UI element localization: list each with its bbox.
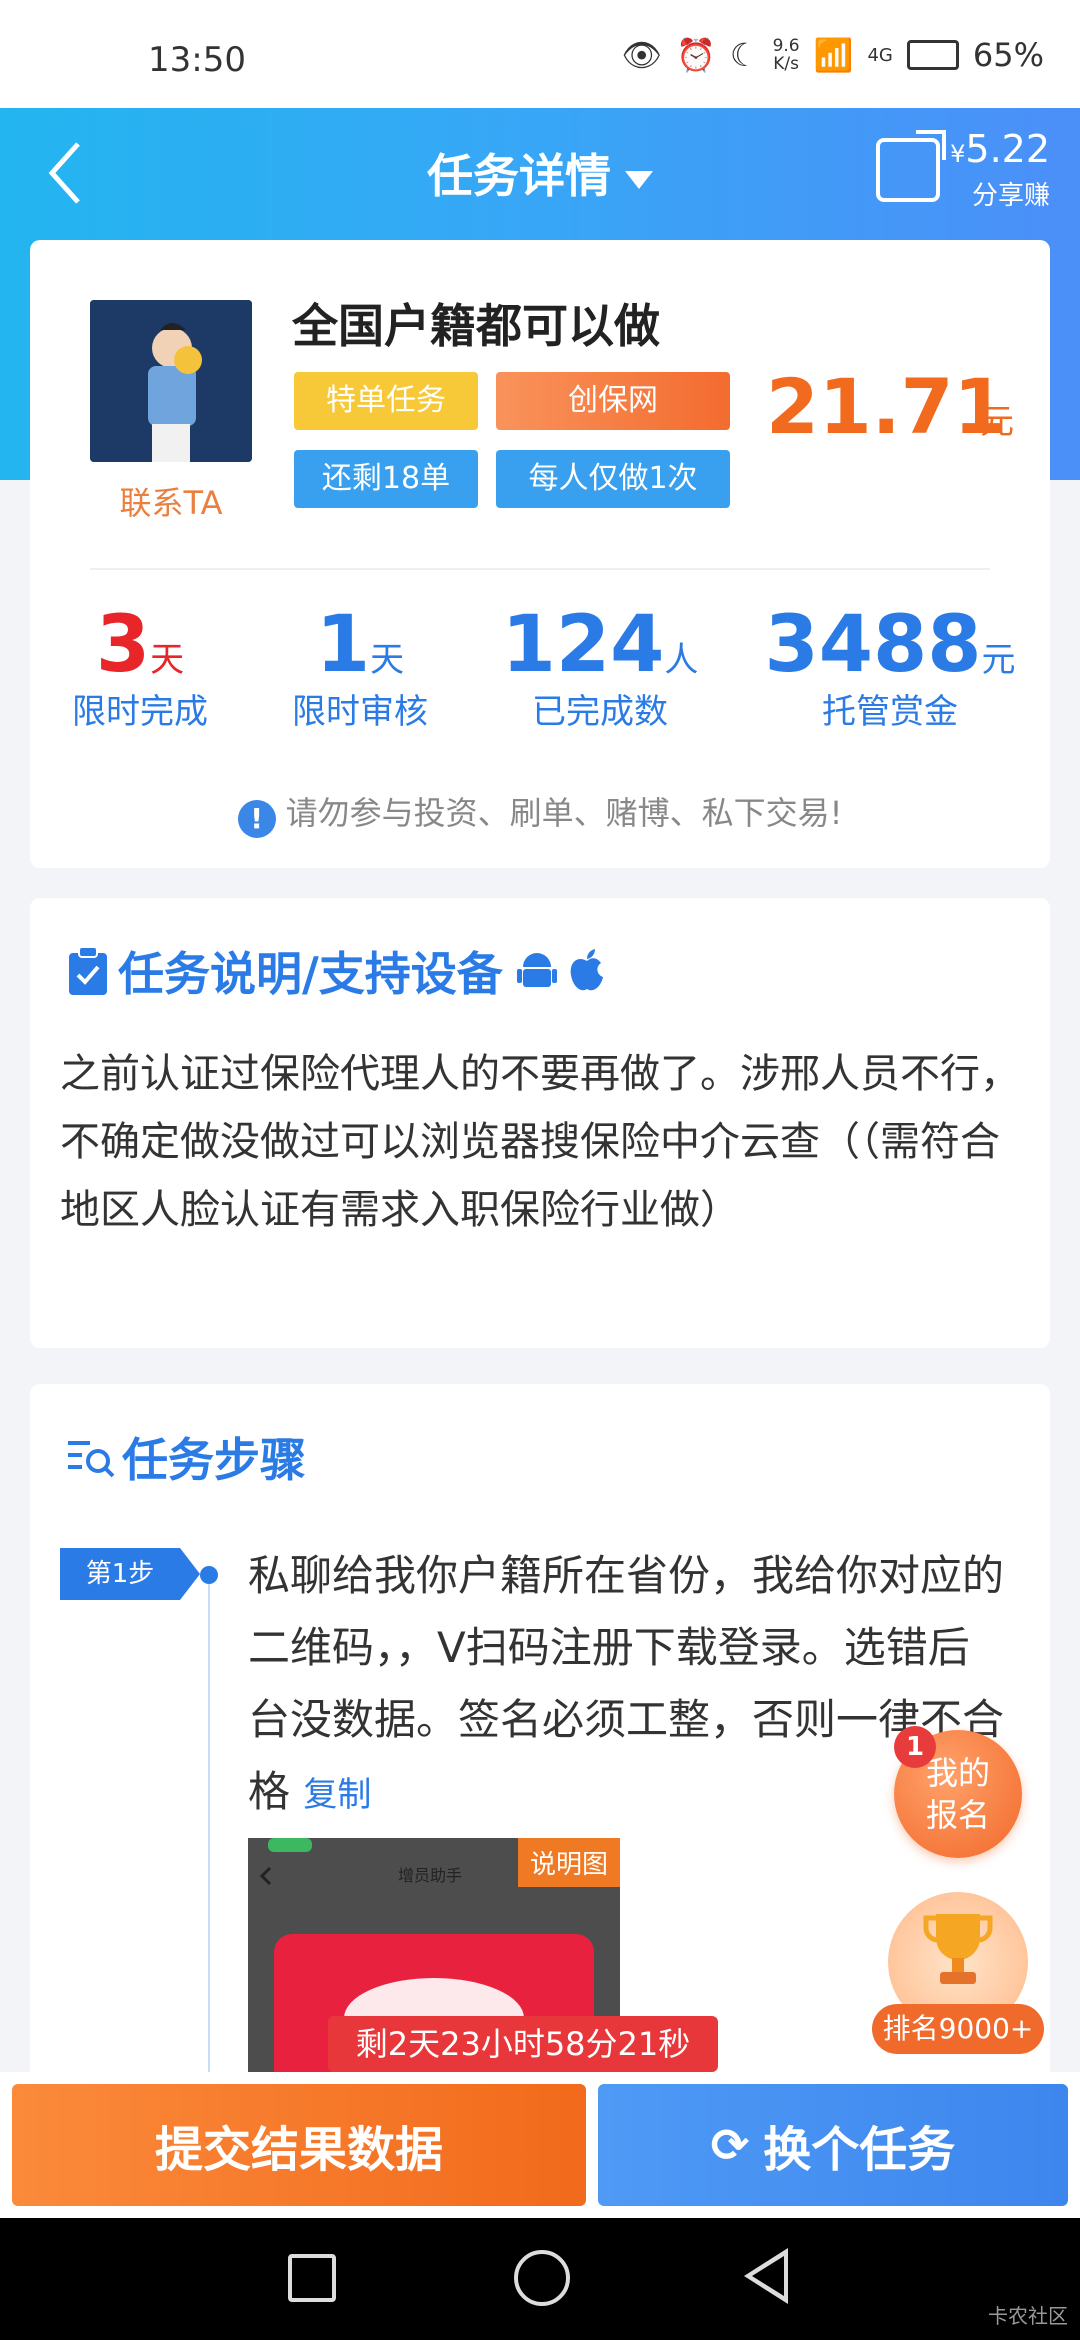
steps-title-text: 任务步骤 [122,1433,306,1487]
description-text: 之前认证过保险代理人的不要再做了。涉邢人员不行，不确定做没做过可以浏览器搜保险中… [60,1051,1020,1233]
network-type: 4G [867,44,893,66]
warning-text: 请勿参与投资、刷单、赌博、私下交易! [285,794,843,832]
back-nav-icon-inner [752,2256,784,2296]
description-title: 任务说明/支持设备 [66,938,607,1004]
stat-unit: 天 [370,640,405,680]
image-label: 说明图 [517,1838,620,1887]
eye-icon: 👁 [621,36,663,74]
android-icon [516,953,557,987]
signup-label: 我的报名 [925,1754,990,1834]
watermark: 卡农社区 [988,2304,1068,2328]
tag-remaining: 还剩18单 [294,450,478,508]
stat-value: 3488 [764,600,982,690]
battery-percent: 65% [972,36,1044,74]
switch-label: 换个任务 [763,2122,956,2178]
alarm-icon: ⏰ [676,36,716,74]
share-amount: 5.22 [965,127,1050,171]
stat-complete-time: 3天 限时完成 [60,600,220,734]
avatar[interactable] [90,300,252,462]
divider [90,568,990,570]
stat-review-time: 1天 限时审核 [280,600,440,734]
stat-unit: 天 [150,640,185,680]
status-time: 13:50 [148,40,246,80]
trophy-icon [923,1914,993,1984]
share-earn-button[interactable]: ¥5.22 分享赚 [876,128,1050,212]
refresh-icon: ⟳ [710,2118,750,2172]
timeline-dot [200,1566,218,1584]
share-icon [876,138,941,202]
clipboard-icon [69,946,107,995]
stat-unit: 人 [664,640,699,680]
share-currency: ¥ [950,140,966,168]
warning-notice: ! 请勿参与投资、刷单、赌博、私下交易! [0,788,1080,838]
battery-icon [906,40,959,70]
apple-icon [570,949,603,991]
switch-task-button[interactable]: ⟳ 换个任务 [598,2084,1068,2206]
stat-value: 124 [501,600,665,690]
step-badge: 第1步 [60,1548,200,1600]
timeline-line [208,1584,210,2074]
signup-count-badge: 1 [894,1726,936,1768]
moon-icon: ☾ [729,36,759,74]
steps-title: 任务步骤 [66,1424,306,1490]
stat-label: 限时审核 [292,692,428,732]
list-search-icon [68,1441,115,1478]
status-icons: 👁 ⏰ ☾ 9.6 K/s 📶 4G 65% [621,36,1044,74]
chevron-down-icon [625,170,653,189]
contact-button[interactable]: 联系TA [90,478,252,524]
tag-limit: 每人仅做1次 [496,450,730,508]
task-price: 21.71 [766,362,1007,451]
stat-unit: 元 [981,640,1016,680]
stat-value: 3 [95,600,151,690]
price-unit: 元 [980,402,1014,442]
tag-platform: 创保网 [496,372,730,430]
home-icon[interactable] [514,2250,570,2306]
stat-completed: 124人 已完成数 [500,600,700,734]
network-speed: 9.6 K/s [773,37,800,73]
description-title-text: 任务说明/支持设备 [118,947,503,1001]
wifi-icon: 📶 [813,36,854,74]
step-image-caption: 增员助手 [398,1866,463,1885]
stat-value: 1 [315,600,371,690]
recent-apps-icon[interactable] [288,2254,336,2302]
rank-label[interactable]: 排名9000+ [872,2004,1044,2054]
share-label: 分享赚 [971,181,1050,211]
submit-label: 提交结果数据 [154,2122,443,2178]
task-title: 全国户籍都可以做 [292,299,660,353]
speed-value: 9.6 [772,36,800,56]
stat-bounty: 3488元 托管赏金 [760,600,1020,734]
alert-icon: ! [237,800,276,838]
status-bar: 13:50 👁 ⏰ ☾ 9.6 K/s 📶 4G 65% [0,0,1080,108]
countdown-timer: 剩2天23小时58分21秒 [328,2016,718,2088]
speed-unit: K/s [773,54,799,74]
copy-button[interactable]: 复制 [303,1775,371,1815]
page-title-text: 任务详情 [427,149,611,203]
stat-label: 限时完成 [72,692,208,732]
stat-label: 托管赏金 [822,692,958,732]
submit-result-button[interactable]: 提交结果数据 [12,2084,586,2206]
stat-label: 已完成数 [532,692,668,732]
tag-special: 特单任务 [294,372,478,430]
